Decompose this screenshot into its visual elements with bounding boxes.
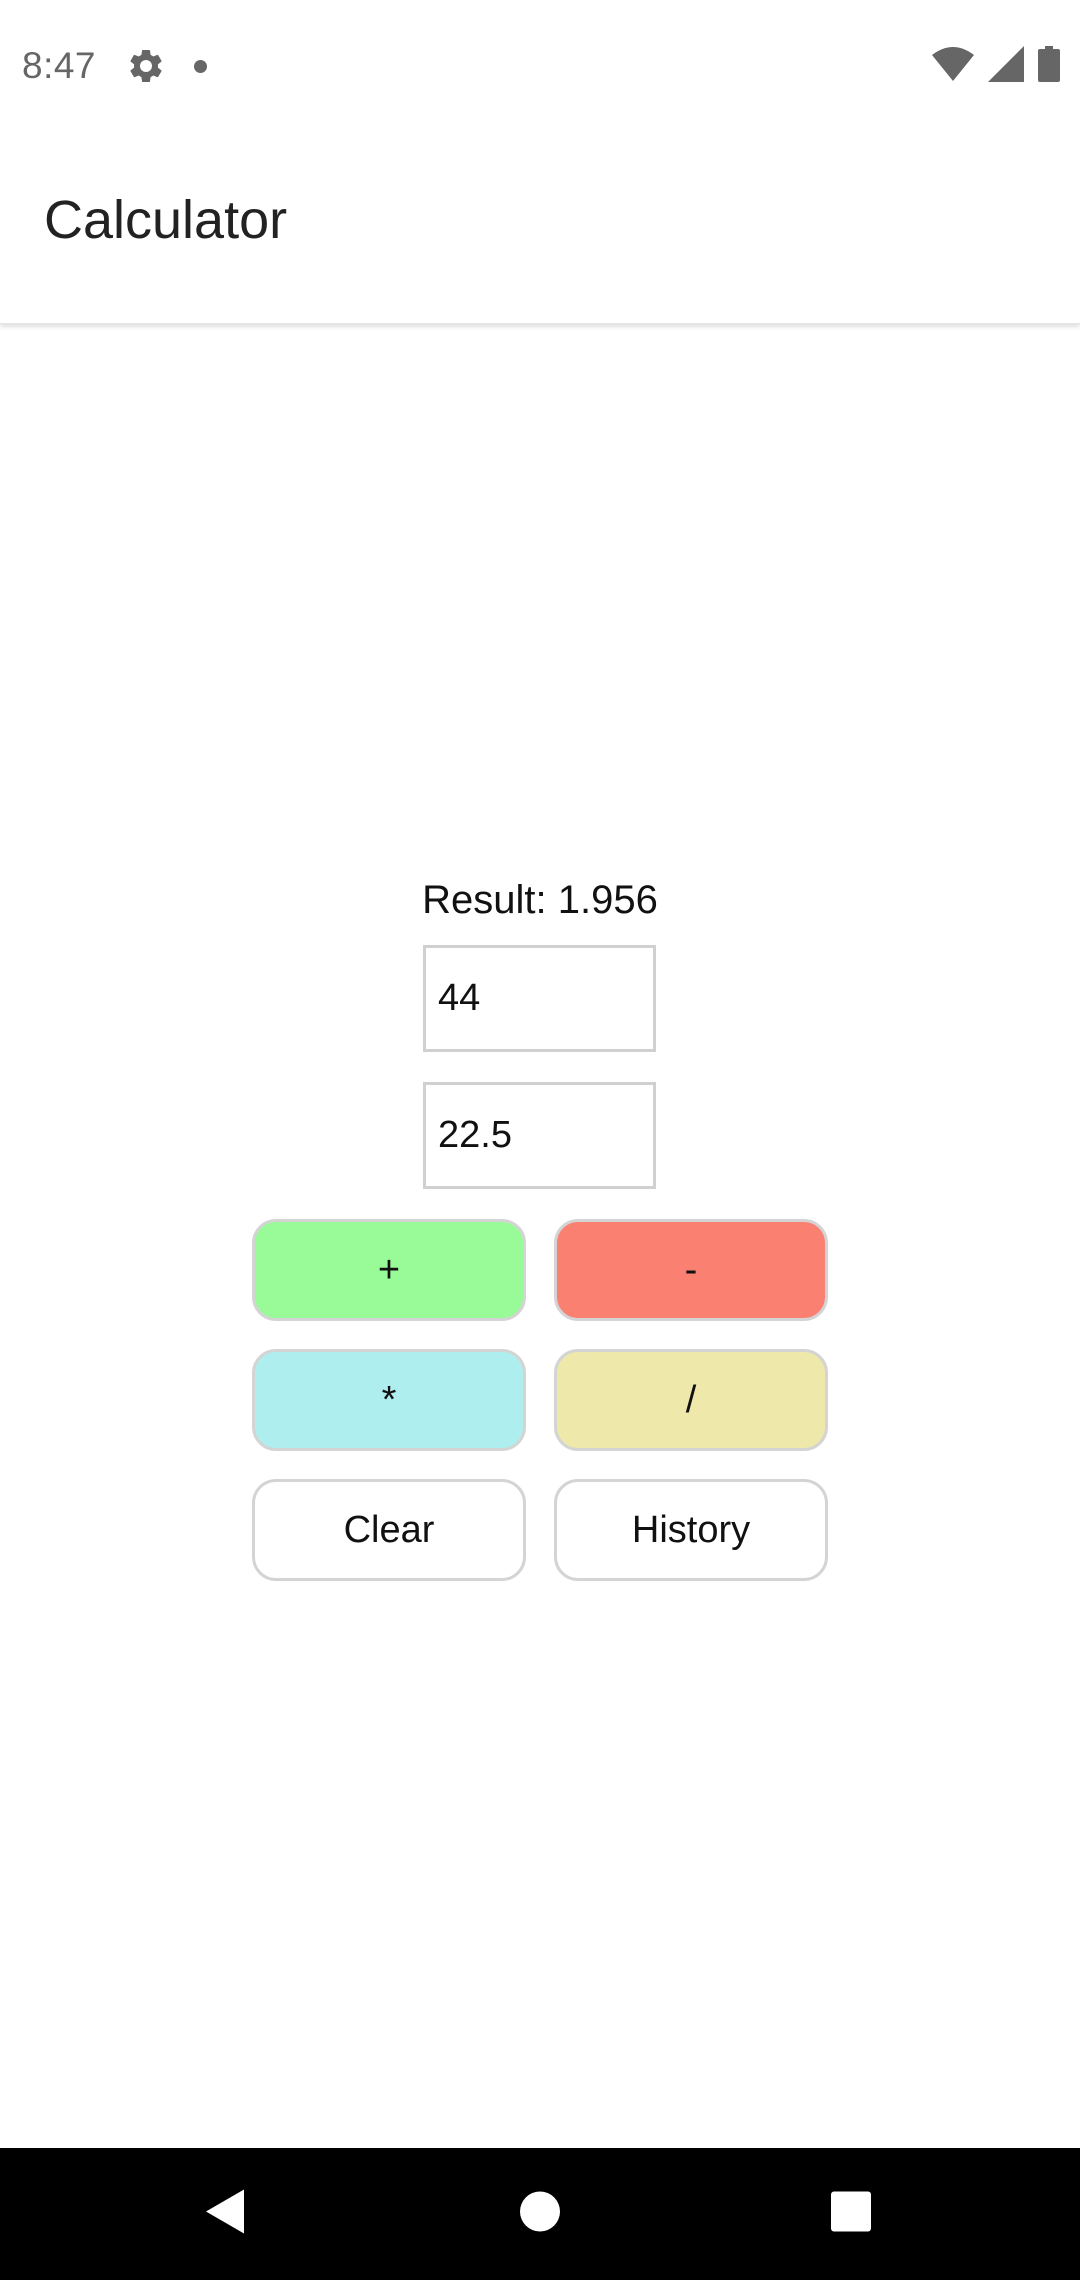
result-label: Result: 1.956 — [422, 878, 658, 922]
divide-button[interactable]: / — [554, 1349, 828, 1451]
multiply-button[interactable]: * — [252, 1349, 526, 1451]
multiply-button-label: * — [381, 1378, 397, 1421]
history-button[interactable]: History — [554, 1479, 828, 1581]
app-bar: Calculator — [0, 132, 1080, 324]
second-number-input[interactable] — [423, 1082, 656, 1189]
history-button-label: History — [631, 1508, 751, 1551]
home-icon[interactable] — [519, 2191, 561, 2238]
navigation-bar — [0, 2148, 1080, 2280]
app-title: Calculator — [44, 190, 288, 250]
divide-button-label: / — [685, 1378, 697, 1421]
cell-signal-icon — [988, 46, 1024, 87]
status-bar: 8:47 — [0, 0, 1080, 132]
battery-icon — [1038, 46, 1060, 87]
clear-button[interactable]: Clear — [252, 1479, 526, 1581]
subtract-button-label: - — [684, 1248, 698, 1291]
recents-icon[interactable] — [830, 2191, 872, 2238]
status-time: 8:47 — [22, 45, 97, 86]
notification-dot-icon — [194, 59, 208, 73]
wifi-icon — [932, 47, 974, 86]
back-icon[interactable] — [204, 2188, 248, 2241]
clear-button-label: Clear — [343, 1508, 435, 1551]
subtract-button[interactable]: - — [554, 1219, 828, 1321]
screen: 8:47 Calculator Result: 1.956 + — [0, 0, 1080, 2280]
status-icons — [932, 46, 1060, 87]
add-button[interactable]: + — [252, 1219, 526, 1321]
add-button-label: + — [377, 1248, 401, 1291]
first-number-input[interactable] — [423, 945, 656, 1052]
gear-icon — [126, 46, 166, 86]
